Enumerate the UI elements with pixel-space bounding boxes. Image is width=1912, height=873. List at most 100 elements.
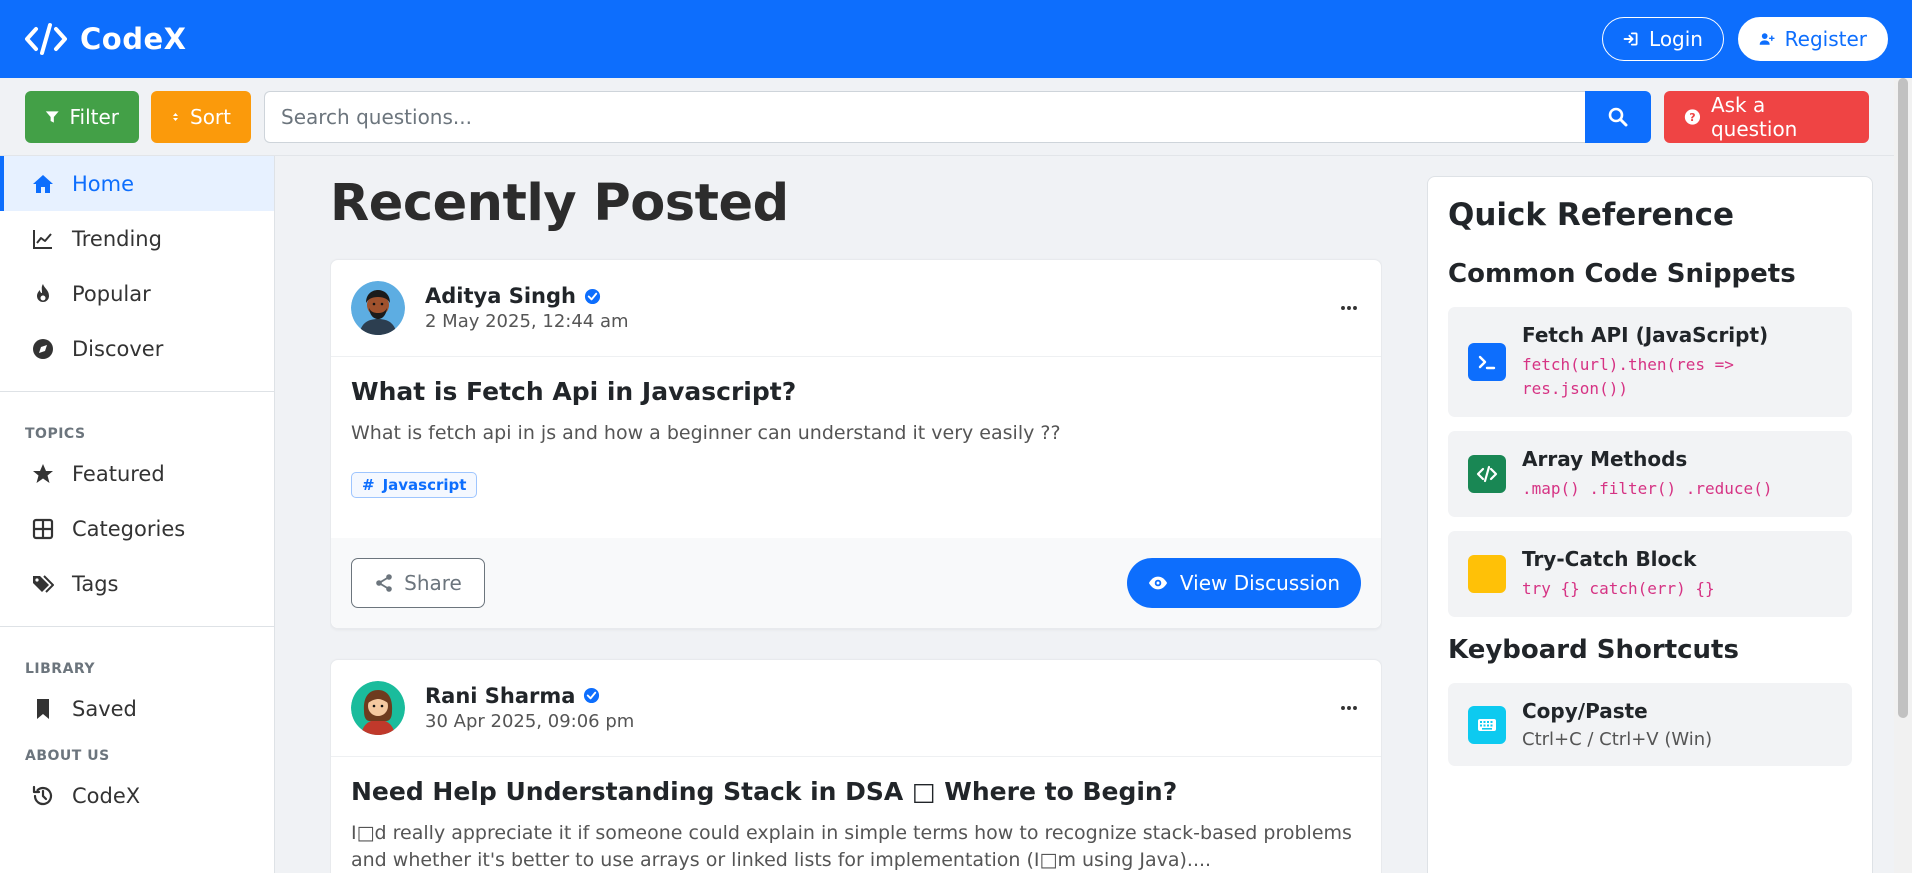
snippet-title: Try-Catch Block: [1522, 547, 1697, 571]
search-input[interactable]: [264, 90, 1586, 143]
panel-title: Quick Reference: [1448, 197, 1735, 233]
post-title[interactable]: Need Help Understanding Stack in DSA □ W…: [351, 777, 1361, 806]
sidebar-item-codex[interactable]: CodeX: [0, 768, 274, 823]
sidebar-item-label: Trending: [72, 226, 162, 251]
sidebar: Home Trending Popular Discover TOPICS Fe…: [0, 156, 275, 873]
user-plus-icon: [1759, 33, 1775, 45]
trending-icon: [33, 229, 52, 249]
snippet-card[interactable]: Try-Catch Block try {} catch(err) {}: [1448, 531, 1852, 617]
woman-avatar-icon: [351, 680, 405, 735]
verified-icon: [584, 687, 600, 704]
sidebar-item-categories[interactable]: Categories: [0, 501, 274, 556]
verified-icon: [584, 288, 601, 304]
hashtag-icon: #: [362, 475, 375, 494]
post-body: Need Help Understanding Stack in DSA □ W…: [331, 757, 1381, 873]
shortcut-text: Ctrl+C / Ctrl+V (Win): [1522, 729, 1713, 750]
view-discussion-button[interactable]: View Discussion: [1127, 557, 1361, 608]
post-header: Rani Sharma 30 Apr 2025, 09:06 pm: [331, 660, 1381, 757]
svg-text:?: ?: [1689, 110, 1695, 123]
page-title: Recently Posted: [330, 174, 789, 233]
snippet-title: Array Methods: [1522, 447, 1688, 471]
search-toolbar: Filter Sort ? Ask a question: [0, 78, 1894, 156]
quick-reference-panel: Quick Reference Common Code Snippets Fet…: [1427, 176, 1873, 873]
sidebar-item-tags[interactable]: Tags: [0, 556, 274, 611]
fire-icon: [37, 283, 49, 302]
scrollbar-thumb[interactable]: [1898, 78, 1908, 718]
shortcut-card[interactable]: Copy/Paste Ctrl+C / Ctrl+V (Win): [1448, 683, 1852, 766]
sidebar-item-label: Featured: [72, 461, 165, 486]
tags-icon: [33, 574, 54, 593]
sidebar-item-popular[interactable]: Popular: [0, 266, 274, 321]
star-icon: [33, 463, 53, 483]
sidebar-divider: [0, 626, 274, 627]
ask-question-label: Ask a question: [1710, 92, 1798, 141]
post-title[interactable]: What is Fetch Api in Javascript?: [351, 377, 1361, 406]
post-header: Aditya Singh 2 May 2025, 12:44 am: [331, 260, 1381, 357]
more-options-button[interactable]: [1337, 296, 1361, 320]
brand-logo[interactable]: CodeX: [24, 21, 187, 57]
snippet-code: .map() .filter() .reduce(): [1522, 479, 1773, 498]
sidebar-item-label: Categories: [72, 516, 186, 541]
tag-badge[interactable]: # Javascript: [351, 471, 478, 498]
avatar[interactable]: [351, 281, 405, 335]
avatar[interactable]: [351, 680, 405, 735]
topics-heading: TOPICS: [25, 426, 86, 442]
post-body: What is Fetch Api in Javascript? What is…: [331, 357, 1381, 508]
sort-icon: [173, 112, 178, 121]
ask-question-button[interactable]: ? Ask a question: [1664, 90, 1869, 143]
snippet-card[interactable]: Array Methods .map() .filter() .reduce(): [1448, 431, 1852, 517]
author-name-text: Aditya Singh: [425, 284, 576, 308]
compass-icon: [33, 338, 53, 359]
post-footer: Share View Discussion: [331, 537, 1381, 628]
snippet-card[interactable]: Fetch API (JavaScript) fetch(url).then(r…: [1448, 307, 1852, 417]
about-heading: ABOUT US: [25, 748, 110, 764]
history-icon: [32, 785, 53, 805]
sidebar-divider: [0, 391, 274, 392]
snippet-title: Fetch API (JavaScript): [1522, 323, 1769, 347]
keyboard-icon: [1468, 705, 1506, 744]
ellipsis-icon: [1341, 705, 1357, 710]
more-options-button[interactable]: [1337, 696, 1361, 720]
sidebar-item-home[interactable]: Home: [0, 156, 274, 211]
sidebar-item-saved[interactable]: Saved: [0, 681, 274, 736]
author-name[interactable]: Rani Sharma: [425, 684, 634, 708]
post-excerpt: I□d really appreciate it if someone coul…: [351, 821, 1352, 872]
share-button[interactable]: Share: [351, 557, 485, 608]
post-date: 30 Apr 2025, 09:06 pm: [425, 710, 635, 732]
shortcut-title: Copy/Paste: [1522, 699, 1648, 723]
share-icon: [376, 573, 392, 592]
sort-label: Sort: [190, 104, 231, 129]
top-navbar: CodeX Login Register: [0, 0, 1912, 78]
grid-icon: [32, 518, 54, 539]
page-scrollbar[interactable]: [1894, 78, 1912, 873]
author-name-text: Rani Sharma: [425, 683, 576, 708]
shortcuts-heading: Keyboard Shortcuts: [1448, 635, 1739, 665]
register-button[interactable]: Register: [1738, 17, 1888, 61]
post-card: Aditya Singh 2 May 2025, 12:44 am What i…: [330, 259, 1382, 629]
filter-icon: [45, 110, 59, 123]
search-button[interactable]: [1585, 90, 1652, 143]
search-bar: [264, 90, 1652, 143]
snippet-code: try {} catch(err) {}: [1522, 579, 1715, 598]
sidebar-item-trending[interactable]: Trending: [0, 211, 274, 266]
bookmark-icon: [37, 698, 49, 719]
home-icon: [33, 174, 53, 193]
filter-button[interactable]: Filter: [25, 90, 139, 143]
share-label: Share: [404, 570, 462, 595]
eye-icon: [1148, 576, 1167, 589]
sidebar-item-label: Home: [72, 171, 135, 196]
sidebar-item-discover[interactable]: Discover: [0, 321, 274, 376]
author-name[interactable]: Aditya Singh: [425, 284, 629, 308]
brand-name: CodeX: [80, 22, 187, 56]
terminal-icon: [1468, 343, 1506, 381]
sidebar-item-label: Saved: [72, 696, 137, 721]
sidebar-item-featured[interactable]: Featured: [0, 446, 274, 501]
view-discussion-label: View Discussion: [1179, 570, 1341, 595]
snippets-heading: Common Code Snippets: [1448, 259, 1796, 289]
snippet-code: fetch(url).then(res => res.json()): [1522, 355, 1734, 398]
login-label: Login: [1649, 27, 1703, 51]
tag-label: Javascript: [382, 475, 467, 494]
login-button[interactable]: Login: [1602, 17, 1724, 61]
sort-button[interactable]: Sort: [151, 90, 251, 143]
sign-in-icon: [1623, 32, 1638, 46]
